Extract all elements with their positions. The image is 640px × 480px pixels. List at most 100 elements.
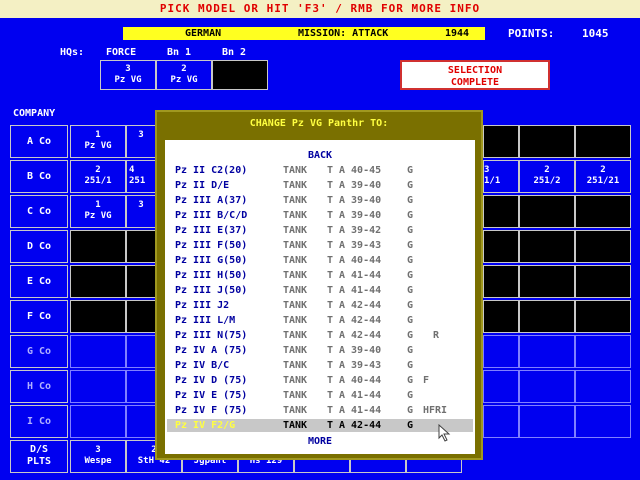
disabled-slot (519, 370, 575, 403)
model-class: TANK (283, 360, 308, 371)
list-item[interactable]: Pz II C2(20) TANK T A 40-45 G (167, 164, 473, 177)
empty-slot[interactable] (575, 125, 631, 158)
unit-count: 2 (544, 165, 550, 175)
list-item[interactable]: Pz III H(50) TANK T A 41-44 G (167, 269, 473, 282)
row-label-ds-plts[interactable]: D/S PLTS (10, 440, 68, 473)
row-label-b-co[interactable]: B Co (10, 160, 68, 193)
list-item[interactable]: Pz IV B/C TANK T A 39-43 G (167, 359, 473, 372)
row-label-c-co[interactable]: C Co (10, 195, 68, 228)
empty-slot[interactable] (519, 195, 575, 228)
empty-slot[interactable] (126, 230, 156, 263)
empty-slot[interactable] (519, 300, 575, 333)
hq-force-unit[interactable]: 3 Pz VG (100, 60, 156, 90)
unit-count: 2 (181, 64, 187, 74)
list-item[interactable]: Pz IV A (75) TANK T A 39-40 G (167, 344, 473, 357)
model-name: Pz III A(37) (175, 195, 248, 206)
unit-type: Pz VG (170, 75, 198, 85)
unit-cell[interactable]: 3 (126, 195, 156, 228)
model-type: T (327, 210, 334, 221)
nation-label: GERMAN (185, 28, 222, 39)
empty-slot[interactable] (70, 230, 126, 263)
model-type: T (327, 360, 334, 371)
model-years: A 39-40 (339, 195, 382, 206)
model-class: TANK (283, 405, 308, 416)
list-item[interactable]: Pz III N(75) TANK T A 42-44 G R (167, 329, 473, 342)
disabled-slot (483, 335, 519, 368)
ds-label: D/S (29, 444, 49, 455)
change-unit-dialog: CHANGE Pz VG Panthr TO: BACK Pz II C2(20… (155, 110, 483, 460)
list-item[interactable]: Pz III L/M TANK T A 42-44 G (167, 314, 473, 327)
disabled-slot (70, 405, 126, 438)
list-item[interactable]: Pz IV F (75) TANK T A 41-44 G HFRI (167, 404, 473, 417)
row-label-f-co[interactable]: F Co (10, 300, 68, 333)
empty-slot[interactable] (126, 265, 156, 298)
unit-cell[interactable]: 1 Pz VG (70, 125, 126, 158)
unit-cell[interactable]: 3 Wespe (70, 440, 126, 473)
model-type: T (327, 285, 334, 296)
empty-slot[interactable] (575, 195, 631, 228)
empty-slot[interactable] (483, 230, 519, 263)
model-type: T (327, 345, 334, 356)
points-display: POINTS: 1045 (508, 27, 609, 40)
unit-type: 1/1 (484, 176, 501, 186)
empty-slot[interactable] (70, 300, 126, 333)
list-item[interactable]: Pz III J(50) TANK T A 41-44 G (167, 284, 473, 297)
empty-slot[interactable] (519, 125, 575, 158)
unit-cell[interactable]: 4 251 (126, 160, 156, 193)
row-label-a-co[interactable]: A Co (10, 125, 68, 158)
list-item[interactable]: Pz III G(50) TANK T A 40-44 G (167, 254, 473, 267)
unit-count: 3 (138, 200, 144, 210)
model-name: Pz IV F (75) (175, 405, 248, 416)
empty-slot[interactable] (575, 300, 631, 333)
more-button[interactable]: MORE (165, 436, 475, 447)
unit-cell[interactable]: 2 251/21 (575, 160, 631, 193)
disabled-slot (126, 405, 156, 438)
list-item-selected[interactable]: Pz IV F2/G TANK T A 42-44 G (167, 419, 473, 432)
unit-count: 4 (129, 165, 135, 175)
list-item[interactable]: Pz IV D (75) TANK T A 40-44 G F (167, 374, 473, 387)
unit-cell[interactable]: 3 (126, 125, 156, 158)
disabled-slot (519, 335, 575, 368)
points-label: POINTS: (508, 27, 555, 40)
unit-type: 251/2 (533, 176, 561, 186)
empty-slot[interactable] (519, 230, 575, 263)
unit-cell[interactable]: 3 1/1 (483, 160, 519, 193)
model-country: G (407, 345, 414, 356)
list-item[interactable]: Pz III A(37) TANK T A 39-40 G (167, 194, 473, 207)
list-item[interactable]: Pz III J2 TANK T A 42-44 G (167, 299, 473, 312)
list-item[interactable]: Pz III E(37) TANK T A 39-42 G (167, 224, 473, 237)
empty-slot[interactable] (575, 265, 631, 298)
unit-cell[interactable]: 1 Pz VG (70, 195, 126, 228)
model-name: Pz IV A (75) (175, 345, 248, 356)
empty-slot[interactable] (575, 230, 631, 263)
selection-complete-button[interactable]: SELECTION COMPLETE (400, 60, 550, 90)
empty-slot[interactable] (126, 300, 156, 333)
row-label-d-co[interactable]: D Co (10, 230, 68, 263)
unit-cell[interactable]: 2 251/2 (519, 160, 575, 193)
back-button[interactable]: BACK (165, 150, 475, 161)
disabled-slot (483, 370, 519, 403)
list-item[interactable]: Pz IV E (75) TANK T A 41-44 G (167, 389, 473, 402)
list-item[interactable]: Pz III B/C/D TANK T A 39-40 G (167, 209, 473, 222)
empty-slot[interactable] (70, 265, 126, 298)
empty-slot[interactable] (483, 195, 519, 228)
row-label-e-co[interactable]: E Co (10, 265, 68, 298)
model-country: G (407, 270, 414, 281)
hq-bn2-unit[interactable] (212, 60, 268, 90)
empty-slot[interactable] (519, 265, 575, 298)
plts-label: PLTS (26, 456, 52, 467)
empty-slot[interactable] (483, 265, 519, 298)
empty-slot[interactable] (483, 125, 519, 158)
model-class: TANK (283, 165, 308, 176)
button-line-2: COMPLETE (450, 77, 500, 88)
unit-type: Pz VG (84, 211, 112, 221)
unit-cell[interactable]: 2 251/1 (70, 160, 126, 193)
model-country: G (407, 285, 414, 296)
list-item[interactable]: Pz III F(50) TANK T A 39-43 G (167, 239, 473, 252)
hq-bn1-unit[interactable]: 2 Pz VG (156, 60, 212, 90)
model-name: Pz III J2 (175, 300, 230, 311)
list-item[interactable]: Pz II D/E TANK T A 39-40 G (167, 179, 473, 192)
model-type: T (327, 330, 334, 341)
empty-slot[interactable] (483, 300, 519, 333)
instruction-bar: PICK MODEL OR HIT 'F3' / RMB FOR MORE IN… (0, 0, 640, 18)
